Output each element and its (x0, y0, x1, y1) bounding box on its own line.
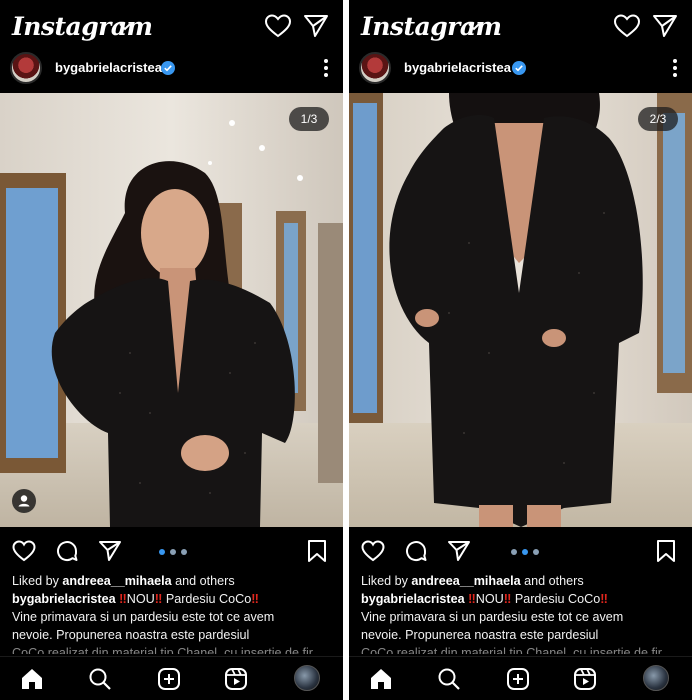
share-paper-plane-icon[interactable] (447, 539, 471, 563)
post-photo[interactable]: 2/3 (349, 93, 692, 527)
photo-woman-black-coat-closeup (349, 93, 692, 527)
home-icon[interactable] (20, 667, 44, 691)
post-header: bygabrielacristea (349, 52, 692, 92)
top-bar: Instagram (0, 0, 343, 52)
chevron-down-icon[interactable] (467, 20, 481, 34)
avatar[interactable] (359, 52, 391, 84)
post-username[interactable]: bygabrielacristea (404, 60, 511, 75)
notifications-heart-icon[interactable] (265, 14, 291, 38)
photo-woman-black-coat (0, 93, 343, 527)
instagram-screen-left: Instagram bygabrielacristea 1/3 Liked by… (0, 0, 343, 700)
liked-by-line: Liked by andreea__mihaela and others (361, 574, 584, 588)
liked-by-line: Liked by andreea__mihaela and others (12, 574, 235, 588)
notifications-heart-icon[interactable] (614, 14, 640, 38)
avatar[interactable] (10, 52, 42, 84)
carousel-dots-indicator (159, 549, 187, 555)
person-icon (18, 495, 30, 507)
profile-avatar[interactable] (294, 665, 320, 691)
comment-bubble-icon[interactable] (404, 539, 428, 563)
caption-line-1: bygabrielacristea ‼NOU‼ Pardesiu CoCo‼ (361, 592, 608, 606)
share-paper-plane-icon[interactable] (98, 539, 122, 563)
carousel-dots-indicator (511, 549, 539, 555)
caption-username[interactable]: bygabrielacristea (361, 592, 465, 606)
tagged-people-button[interactable] (12, 489, 36, 513)
post-actions (349, 527, 692, 573)
caption-line-4: CoCo realizat din material tip Chanel, c… (361, 646, 662, 654)
create-plus-square-icon[interactable] (506, 667, 530, 691)
more-options-icon[interactable] (323, 58, 329, 78)
like-heart-icon[interactable] (361, 539, 385, 563)
post-actions (0, 527, 343, 573)
post-header: bygabrielacristea (0, 52, 343, 92)
top-bar: Instagram (349, 0, 692, 52)
messages-paper-plane-icon[interactable] (303, 14, 329, 38)
caption-line-1: bygabrielacristea ‼NOU‼ Pardesiu CoCo‼ (12, 592, 259, 606)
search-icon[interactable] (437, 667, 461, 691)
liked-by-user[interactable]: andreea__mihaela (62, 574, 171, 588)
like-heart-icon[interactable] (12, 539, 36, 563)
caption-line-3: nevoie. Propunerea noastra este pardesiu… (361, 628, 599, 642)
bottom-nav (349, 656, 692, 700)
reels-icon[interactable] (224, 667, 248, 691)
caption-line-4: CoCo realizat din material tip Chanel, c… (12, 646, 313, 654)
messages-paper-plane-icon[interactable] (652, 14, 678, 38)
caption-line-3: nevoie. Propunerea noastra este pardesiu… (12, 628, 250, 642)
more-options-icon[interactable] (672, 58, 678, 78)
caption-username[interactable]: bygabrielacristea (12, 592, 116, 606)
save-bookmark-icon[interactable] (654, 539, 678, 563)
caption-line-2: Vine primavara si un pardesiu este tot c… (12, 610, 275, 624)
home-icon[interactable] (369, 667, 393, 691)
carousel-counter: 2/3 (638, 107, 678, 131)
liked-by-user[interactable]: andreea__mihaela (411, 574, 520, 588)
instagram-screen-right: Instagram bygabrielacristea 2/3 Liked by… (349, 0, 692, 700)
post-username[interactable]: bygabrielacristea (55, 60, 162, 75)
post-caption: Liked by andreea__mihaela and others byg… (361, 572, 682, 654)
profile-avatar[interactable] (643, 665, 669, 691)
reels-icon[interactable] (573, 667, 597, 691)
comment-bubble-icon[interactable] (55, 539, 79, 563)
post-caption: Liked by andreea__mihaela and others byg… (12, 572, 333, 654)
chevron-down-icon[interactable] (118, 20, 132, 34)
verified-badge-icon (512, 61, 526, 75)
bottom-nav (0, 656, 343, 700)
save-bookmark-icon[interactable] (305, 539, 329, 563)
carousel-counter: 1/3 (289, 107, 329, 131)
post-photo[interactable]: 1/3 (0, 93, 343, 527)
search-icon[interactable] (88, 667, 112, 691)
create-plus-square-icon[interactable] (157, 667, 181, 691)
caption-line-2: Vine primavara si un pardesiu este tot c… (361, 610, 624, 624)
verified-badge-icon (161, 61, 175, 75)
